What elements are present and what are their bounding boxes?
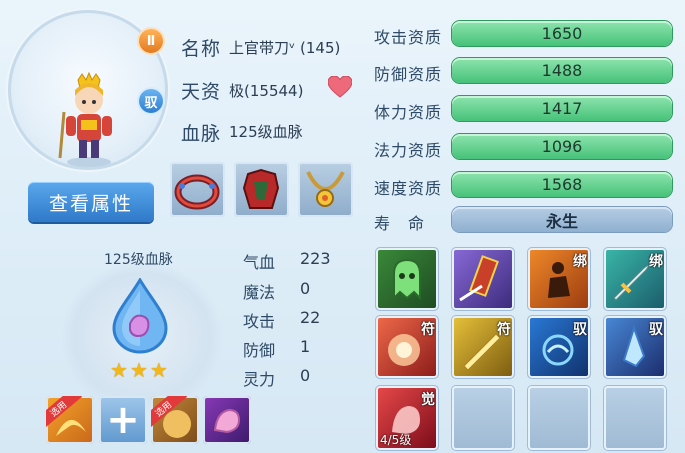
bloodline-star-rating: ★★★ [110,358,170,382]
stat-label: 气血 [243,253,276,272]
charm-tag: 符 [421,322,435,338]
quality-label: 速度资质 [374,179,443,198]
pet-character-sprite [58,72,112,167]
pet-ride-badge[interactable]: 驭 [139,89,163,113]
muscle-arm-icon [213,408,241,434]
stat-label: 攻击 [243,312,276,331]
plus-icon: + [106,397,140,443]
empty-skill-slot[interactable] [528,386,590,450]
bind-tag: 绑 [573,254,587,270]
empty-skill-slot[interactable] [452,386,514,450]
stat-value: 0 [300,279,311,298]
stat-label: 防御 [243,341,276,360]
skill-slot-1[interactable] [376,248,438,310]
charm-tag: 符 [497,322,511,338]
add-skill-button[interactable]: + [99,396,147,444]
quality-bar: 1650 [452,21,672,46]
equipment-slot-2[interactable] [234,162,289,217]
equipment-slot-3[interactable] [298,162,353,217]
stat-label: 灵力 [243,370,276,389]
star-icon: ★ [149,358,170,382]
stat-value: 1 [300,337,311,356]
skill-slot-4[interactable]: 绑 [604,248,666,310]
bloodline-skill-slot-1[interactable]: 选用 [46,396,94,444]
pet-generation-badge[interactable]: Ⅱ [139,29,163,53]
bloodline-skill-slot-4[interactable] [203,396,251,444]
bracelet-icon [174,174,220,210]
view-attributes-button[interactable]: 查看属性 [28,182,154,222]
bloodline-skill-slot-3[interactable]: 选用 [151,396,199,444]
skill-slot-7[interactable]: 驭 [528,316,590,378]
ride-tag: 驭 [649,322,663,338]
bloodline-value: 125级血脉 [229,123,303,141]
quality-bar: 1417 [452,96,672,121]
skill-slot-8[interactable]: 驭 [604,316,666,378]
skill-slot-6[interactable]: 符 [452,316,514,378]
stat-label: 魔法 [243,283,276,302]
bloodline-drop-icon[interactable] [108,278,172,354]
star-icon: ★ [110,358,130,382]
lifespan-label: 寿 命 [374,214,426,233]
ghost-icon [393,258,421,301]
talent-value: 极(15544) [229,82,304,100]
armor-icon [242,168,280,209]
quality-label: 体力资质 [374,103,443,122]
awaken-skill-slot[interactable]: 觉 4/5级 [376,386,438,450]
star-icon: ★ [129,358,150,382]
quality-bar: 1568 [452,172,672,197]
empty-skill-slot[interactable] [604,386,666,450]
quality-label: 防御资质 [374,65,443,84]
quality-bar: 1096 [452,134,672,159]
quality-bar: 1488 [452,58,672,83]
pet-name-value: 上官带刀ᵛ (145) [229,39,341,57]
lifespan-bar: 永生 [452,207,672,232]
stat-value: 0 [300,366,311,385]
talent-label: 天资 [181,81,222,103]
quality-label: 法力资质 [374,141,443,160]
bloodline-panel-title: 125级血脉 [104,252,173,268]
awaken-tag: 觉 [421,392,435,408]
favorite-heart-icon[interactable] [328,76,352,98]
skill-slot-3[interactable]: 绑 [528,248,590,310]
necklace-icon [306,171,345,207]
bind-tag: 绑 [649,254,663,270]
talisman-strike-icon [459,255,499,302]
quality-label: 攻击资质 [374,28,443,47]
stat-value: 223 [300,249,331,268]
awaken-level: 4/5级 [380,433,412,447]
skill-slot-2[interactable] [452,248,514,310]
bloodline-label: 血脉 [181,123,222,145]
stat-value: 22 [300,308,321,327]
equipment-slot-1[interactable] [170,162,225,217]
name-label: 名称 [181,38,222,60]
skill-slot-5[interactable]: 符 [376,316,438,378]
ride-tag: 驭 [573,322,587,338]
